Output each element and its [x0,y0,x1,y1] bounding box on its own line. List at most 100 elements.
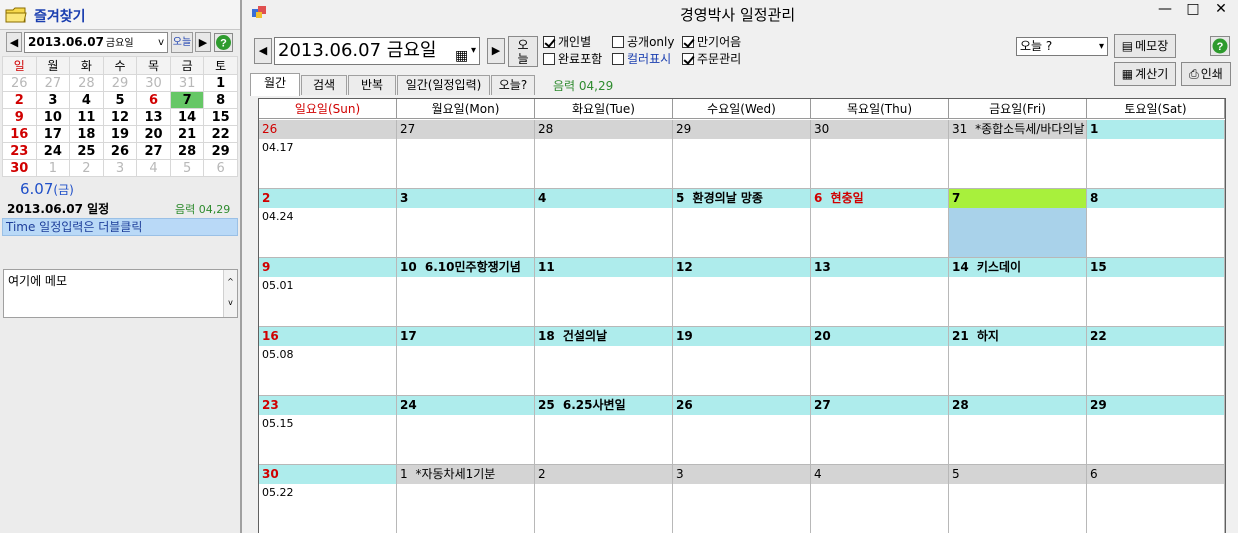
day-header[interactable]: 28 [535,120,672,139]
help-icon[interactable]: ? [214,33,233,52]
day-cell[interactable]: 27 [397,120,535,189]
day-header[interactable]: 4 [811,465,948,484]
mini-day-cell[interactable]: 22 [203,125,238,143]
event-label[interactable]: 하지 [973,329,999,343]
day-header[interactable]: 8 [1087,189,1224,208]
day-header[interactable]: 27 [811,396,948,415]
mini-day-cell[interactable]: 16 [2,125,37,143]
day-header[interactable]: 20 [811,327,948,346]
day-cell[interactable]: 3 [397,189,535,258]
day-cell[interactable]: 9 05.01 [259,258,397,327]
day-cell[interactable]: 1 *자동차세1기분 [397,465,535,533]
day-header[interactable]: 1 *자동차세1기분 [397,465,534,484]
day-cell[interactable]: 5 [949,465,1087,533]
day-cell[interactable]: 26 04.17 [259,120,397,189]
tab-monthly[interactable]: 월간 [250,73,300,96]
day-header[interactable]: 7 [949,189,1086,208]
mini-day-cell[interactable]: 28 [69,74,104,92]
mini-today-button[interactable]: 오늘 [171,32,193,53]
day-cell[interactable]: 28 [535,120,673,189]
mini-next-button[interactable]: ▶ [195,32,211,52]
day-header[interactable]: 14 키스데이 [949,258,1086,277]
mini-day-cell[interactable]: 1 [35,159,71,177]
mini-day-cell[interactable]: 23 [2,142,37,160]
tab-daily[interactable]: 일간(일정입력) [397,75,490,95]
day-cell[interactable]: 30 [811,120,949,189]
scroll-up-icon[interactable]: ^ [224,270,237,294]
mini-day-cell[interactable]: 27 [35,74,71,92]
mini-day-cell[interactable]: 15 [203,108,238,126]
tab-search[interactable]: 검색 [301,75,347,95]
day-cell[interactable]: 2 [535,465,673,533]
time-entry-row[interactable]: Time 일정입력은 더블클릭 [2,218,238,236]
mini-day-cell[interactable]: 4 [136,159,171,177]
public-only-checkbox[interactable]: 공개only [612,35,674,51]
tab-today[interactable]: 오늘? [491,75,535,95]
memo-scrollbar[interactable]: ^ v [223,270,237,317]
mini-day-cell[interactable]: 1 [203,74,238,92]
day-cell[interactable]: 16 05.08 [259,327,397,396]
mini-day-cell[interactable]: 26 [102,142,138,160]
checkbox-box[interactable] [682,53,694,65]
mini-day-cell[interactable]: 26 [2,74,37,92]
day-header[interactable]: 10 6.10민주항쟁기념 [397,258,534,277]
day-header[interactable]: 22 [1087,327,1224,346]
mini-day-cell[interactable]: 6 [203,159,238,177]
day-header[interactable]: 3 [397,189,534,208]
mini-day-cell[interactable]: 3 [102,159,138,177]
mini-day-cell[interactable]: 9 [2,108,37,126]
mini-day-cell[interactable]: 24 [35,142,71,160]
mini-day-cell[interactable]: 31 [169,74,205,92]
checkbox-box[interactable] [682,36,694,48]
mini-day-cell[interactable]: 21 [169,125,205,143]
mini-prev-button[interactable]: ◀ [6,32,22,52]
minimize-icon[interactable]: — [1152,0,1178,20]
day-header[interactable]: 2 [259,189,396,208]
mini-day-cell[interactable]: 10 [35,108,71,126]
mini-day-cell[interactable]: 12 [102,108,138,126]
day-header[interactable]: 11 [535,258,672,277]
day-cell[interactable]: 30 05.22 [259,465,397,533]
day-cell[interactable]: 20 [811,327,949,396]
chevron-down-icon[interactable]: v [158,33,164,52]
day-cell[interactable]: 14 키스데이 [949,258,1087,327]
calendar-icon[interactable]: ▦ [455,43,468,69]
day-cell[interactable]: 13 [811,258,949,327]
maximize-icon[interactable]: □ [1180,0,1206,20]
mini-day-cell[interactable]: 13 [136,108,171,126]
day-header[interactable]: 31 *종합소득세/바다의날 [949,120,1086,139]
memo-pad-button[interactable]: ▤ 메모장 [1114,34,1176,58]
day-cell[interactable]: 6 현충일 [811,189,949,258]
today-button[interactable]: 오 늘 [508,36,538,67]
mini-day-cell[interactable]: 7 [169,91,205,109]
day-cell[interactable]: 27 [811,396,949,465]
day-cell[interactable]: 29 [673,120,811,189]
mini-day-cell[interactable]: 4 [69,91,104,109]
mini-day-cell[interactable]: 11 [69,108,104,126]
mini-day-cell[interactable]: 17 [35,125,71,143]
day-cell[interactable]: 24 [397,396,535,465]
day-header[interactable]: 26 [259,120,396,139]
day-header[interactable]: 16 [259,327,396,346]
day-header[interactable]: 30 [259,465,396,484]
event-label[interactable]: 환경의날 망종 [688,191,763,205]
mini-day-cell[interactable]: 29 [102,74,138,92]
event-label[interactable]: 건설의날 [559,329,607,343]
day-cell[interactable]: 25 6.25사변일 [535,396,673,465]
close-icon[interactable]: ✕ [1208,0,1234,20]
checkbox-box[interactable] [543,36,555,48]
event-label[interactable]: 6.25사변일 [559,398,626,412]
day-header[interactable]: 29 [673,120,810,139]
checkbox-box[interactable] [543,53,555,65]
event-label[interactable]: *종합소득세/바다의날 [971,122,1084,136]
event-label[interactable]: 현충일 [826,191,864,205]
scroll-down-icon[interactable]: v [224,294,237,316]
prev-month-button[interactable]: ◀ [254,38,272,64]
next-month-button[interactable]: ▶ [487,38,505,64]
day-cell[interactable]: 28 [949,396,1087,465]
mini-day-cell[interactable]: 6 [136,91,171,109]
day-cell[interactable]: 4 [811,465,949,533]
main-date-select[interactable]: 2013.06.07 금요일 ▦ ▾ [274,37,480,65]
day-cell[interactable]: 11 [535,258,673,327]
due-bills-checkbox[interactable]: 만기어음 [682,35,741,51]
